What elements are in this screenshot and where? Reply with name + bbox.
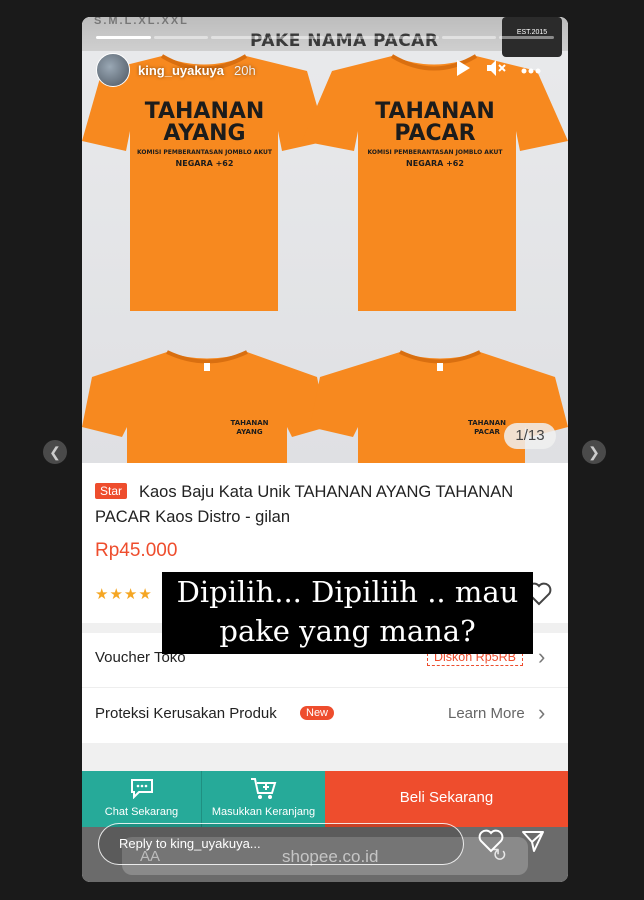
reply-input[interactable]: Reply to king_uyakuya... [98, 823, 464, 865]
chat-icon [82, 777, 201, 805]
sizes-text: S.M.L.XL.XXL [94, 17, 189, 27]
reply-placeholder: Reply to king_uyakuya... [119, 836, 261, 851]
shirt-pacar-front: TAHANAN PACAR KOMISI PEMBERANTASAN JOMBL… [302, 51, 568, 311]
progress-segment [441, 36, 497, 39]
add-to-cart-button[interactable]: Masukkan Keranjang [202, 771, 325, 827]
new-badge: New [300, 706, 335, 720]
progress-segment [268, 36, 324, 39]
photo-title: PAKE NAMA PACAR [250, 31, 439, 51]
divider [82, 743, 568, 771]
caption-line-1: Dipilih... Dipiliih .. mau [176, 575, 519, 609]
more-options-icon[interactable] [520, 59, 542, 81]
story-username[interactable]: king_uyakuya [138, 63, 224, 78]
divider [82, 687, 568, 688]
like-icon[interactable] [478, 829, 504, 855]
shirt-text-line4: NEGARA +62 [406, 159, 464, 168]
cart-icon [202, 777, 325, 807]
caption-line-2: pake yang mana? [219, 614, 476, 648]
learn-more-link[interactable]: Learn More [448, 705, 525, 722]
chat-button[interactable]: Chat Sekarang [82, 771, 202, 827]
story-progress-bar [96, 36, 554, 39]
play-icon[interactable] [452, 59, 474, 81]
progress-segment [153, 36, 209, 39]
protection-label: Proteksi Kerusakan Produk [95, 705, 277, 722]
story-caption: Dipilih... Dipiliih .. mau pake yang man… [162, 572, 533, 654]
shop-action-bar: Chat Sekarang Masukkan Keranjang Beli Se… [82, 771, 568, 827]
buy-label: Beli Sekarang [399, 789, 494, 806]
image-page-indicator: 1/13 [504, 423, 556, 449]
progress-segment [211, 36, 266, 39]
shirt-ayang-pocket: TAHANAN AYANG [82, 347, 327, 463]
progress-segment [384, 36, 439, 39]
chat-label: Chat Sekarang [104, 806, 179, 818]
send-icon[interactable] [520, 829, 546, 855]
shirt-text-line4: NEGARA +62 [175, 159, 234, 168]
chevron-right-icon: › [538, 700, 546, 725]
cart-label: Masukkan Keranjang [211, 806, 316, 818]
protection-row[interactable]: Proteksi Kerusakan Produk New Learn More… [82, 689, 568, 739]
shirt-text-line2: AYANG [163, 121, 246, 146]
product-title: Kaos Baju Kata Unik TAHANAN AYANG TAHANA… [95, 483, 514, 526]
progress-segment [96, 36, 151, 39]
chevron-right-icon: › [538, 644, 546, 669]
mute-icon[interactable] [485, 59, 507, 81]
shirt-text-line3: KOMISI PEMBERANTASAN JOMBLO AKUT [367, 149, 503, 156]
rating-stars: ★★★★ [95, 586, 153, 603]
story-viewer: S.M.L.XL.XXL PAKE NAMA PACAR EST.2015 TA… [82, 17, 568, 882]
buy-now-button[interactable]: Beli Sekarang [325, 771, 568, 827]
story-header: king_uyakuya 20h [96, 53, 256, 87]
shirt-text-line2: PACAR [394, 121, 476, 146]
progress-segment [326, 36, 382, 39]
next-story-button[interactable]: ❯ [582, 440, 606, 464]
shirt-text-line3: KOMISI PEMBERANTASAN JOMBLO AKUT [137, 149, 272, 156]
story-time: 20h [234, 62, 256, 78]
shirt-ayang-front: TAHANAN AYANG KOMISI PEMBERANTASAN JOMBL… [82, 51, 327, 311]
product-price: Rp45.000 [95, 540, 178, 561]
previous-story-button[interactable]: ❮ [43, 440, 67, 464]
avatar[interactable] [96, 53, 130, 87]
progress-segment [499, 36, 554, 39]
